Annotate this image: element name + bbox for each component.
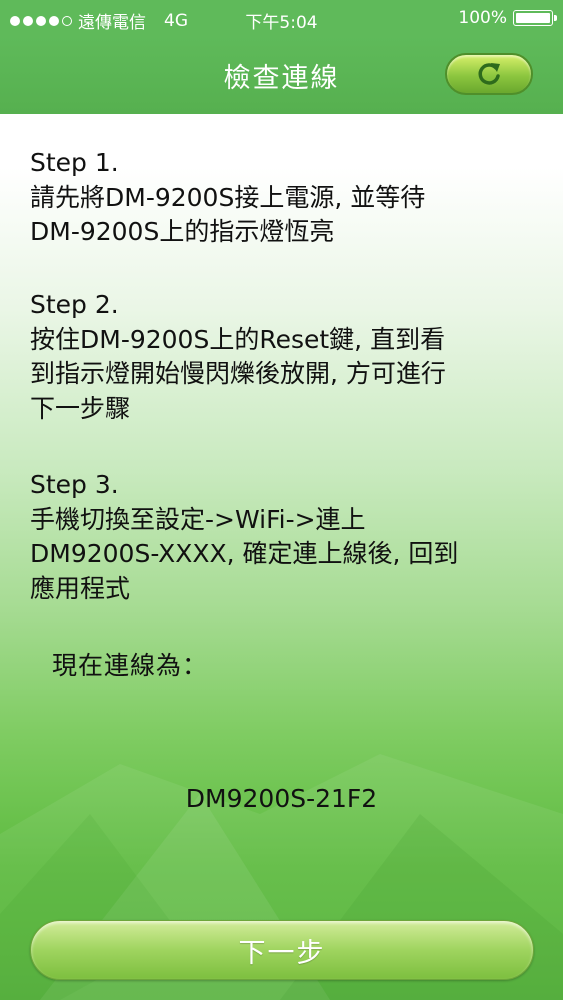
battery-icon [513,10,557,26]
step-line: 到指示燈開始慢閃爍後放開, 方可進行 [30,359,446,388]
step-title: Step 1. [30,148,119,177]
step-line: 按住DM-9200S上的Reset鍵, 直到看 [30,324,446,354]
step-line: 應用程式 [30,573,131,603]
step-title: Step 2. [30,290,119,319]
battery-info: 100% [458,8,557,28]
next-step-button[interactable]: 下一步 [30,920,534,980]
step-line: 請先將DM-9200S接上電源, 並等待 [30,182,426,212]
battery-fill [516,13,550,23]
step-line: DM9200S-XXXX, 確定連上線後, 回到 [30,539,459,568]
current-connection-label: 現在連線為： [52,651,209,680]
step-2: Step 2. 按住DM-9200S上的Reset鍵, 直到看 到指示燈開始慢閃… [30,288,540,426]
step-line: 手機切換至設定->WiFi->連上 [30,504,366,534]
step-line: 下一步驟 [30,393,131,423]
refresh-button[interactable] [445,53,533,95]
step-1: Step 1. 請先將DM-9200S接上電源, 並等待 DM-9200S上的指… [30,146,540,250]
status-bar: 遠傳電信 4G 下午5:04 100% [0,0,563,36]
refresh-icon [478,63,500,85]
battery-percent: 100% [458,8,507,28]
step-3: Step 3. 手機切換至設定->WiFi->連上 DM9200S-XXXX, … [30,468,540,606]
step-line: DM-9200S上的指示燈恆亮 [30,217,335,246]
navigation-bar: 檢查連線 [0,36,563,114]
content-area: Step 1. 請先將DM-9200S接上電源, 並等待 DM-9200S上的指… [0,114,563,1000]
current-connection-value: DM9200S-21F2 [185,784,378,813]
step-title: Step 3. [30,470,119,499]
